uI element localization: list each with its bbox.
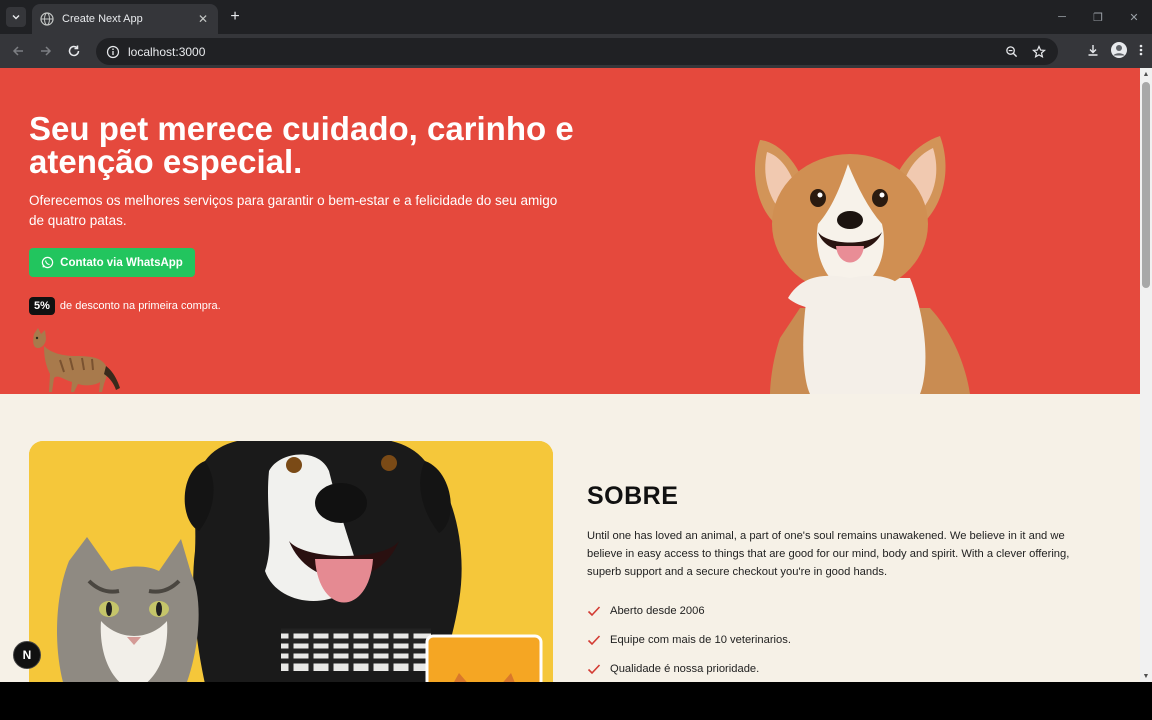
browser-tab-bar: Create Next App ✕ + ─ ❐ ✕: [0, 0, 1152, 34]
page-viewport: Seu pet merece cuidado, carinho e atençã…: [0, 68, 1140, 682]
dog-and-cat-illustration: [29, 441, 553, 682]
about-pets-image: [29, 441, 553, 682]
hero-section: Seu pet merece cuidado, carinho e atençã…: [0, 68, 1140, 394]
about-title: SOBRE: [587, 482, 679, 510]
tab-search-button[interactable]: [6, 7, 26, 27]
back-button[interactable]: [8, 41, 28, 61]
list-item: Qualidade é nossa prioridade.: [587, 654, 791, 682]
list-item: Aberto desde 2006: [587, 596, 791, 625]
download-icon[interactable]: [1086, 43, 1100, 57]
nextjs-dev-indicator-button[interactable]: N: [13, 641, 41, 669]
bookmark-star-icon[interactable]: [1032, 44, 1046, 59]
new-tab-button[interactable]: +: [226, 8, 244, 26]
reload-button[interactable]: [64, 41, 84, 61]
reload-icon: [68, 45, 80, 57]
globe-icon: [40, 12, 54, 26]
list-item: Equipe com mais de 10 veterinarios.: [587, 625, 791, 654]
restore-button[interactable]: ❐: [1080, 0, 1116, 34]
address-bar[interactable]: localhost:3000: [96, 38, 1058, 65]
chevron-down-icon: [12, 15, 20, 20]
browser-tab[interactable]: Create Next App ✕: [32, 4, 218, 34]
whatsapp-button-label: Contato via WhatsApp: [60, 256, 183, 269]
arrow-right-icon: [41, 46, 52, 56]
zoom-icon[interactable]: [1005, 45, 1018, 58]
discount-badge: 5%: [29, 297, 55, 315]
hero-subtitle: Oferecemos os melhores serviços para gar…: [29, 193, 558, 228]
check-icon: [587, 663, 601, 674]
scroll-up-arrow-icon[interactable]: ▲: [1142, 70, 1150, 78]
profile-avatar-icon[interactable]: [1110, 41, 1128, 59]
whatsapp-contact-button[interactable]: Contato via WhatsApp: [29, 248, 195, 277]
more-menu-icon[interactable]: [1138, 43, 1144, 57]
feature-label: Qualidade é nossa prioridade.: [610, 662, 760, 675]
site-info-icon[interactable]: [106, 45, 120, 59]
about-description: Until one has loved an animal, a part of…: [587, 530, 1070, 578]
window-controls: ─ ❐ ✕: [1044, 0, 1152, 34]
nextjs-logo: N: [22, 648, 32, 662]
whatsapp-icon: [41, 256, 54, 269]
vertical-scrollbar[interactable]: ▲ ▼: [1140, 68, 1152, 682]
cat-image: [33, 328, 120, 392]
close-tab-icon[interactable]: ✕: [196, 12, 210, 26]
minimize-button[interactable]: ─: [1044, 0, 1080, 34]
hero-title: Seu pet merece cuidado, carinho e atençã…: [29, 110, 574, 180]
feature-label: Aberto desde 2006: [610, 604, 705, 617]
tab-title: Create Next App: [62, 13, 143, 25]
discount-text: de desconto na primeira compra.: [59, 300, 221, 312]
forward-button[interactable]: [36, 41, 56, 61]
taskbar-strip: [0, 682, 1152, 720]
arrow-left-icon: [12, 46, 23, 56]
url-text[interactable]: localhost:3000: [128, 45, 1005, 59]
close-window-button[interactable]: ✕: [1116, 0, 1152, 34]
corgi-dog-image: [754, 136, 970, 394]
feature-label: Equipe com mais de 10 veterinarios.: [610, 633, 791, 646]
browser-toolbar: localhost:3000: [0, 34, 1152, 68]
scrollbar-thumb[interactable]: [1142, 82, 1150, 288]
discount-note: 5% de desconto na primeira compra.: [29, 297, 221, 315]
check-icon: [587, 605, 601, 616]
toolbar-actions: [1086, 41, 1144, 59]
check-icon: [587, 634, 601, 645]
scroll-down-arrow-icon[interactable]: ▼: [1142, 672, 1150, 680]
about-feature-list: Aberto desde 2006 Equipe com mais de 10 …: [587, 596, 791, 682]
